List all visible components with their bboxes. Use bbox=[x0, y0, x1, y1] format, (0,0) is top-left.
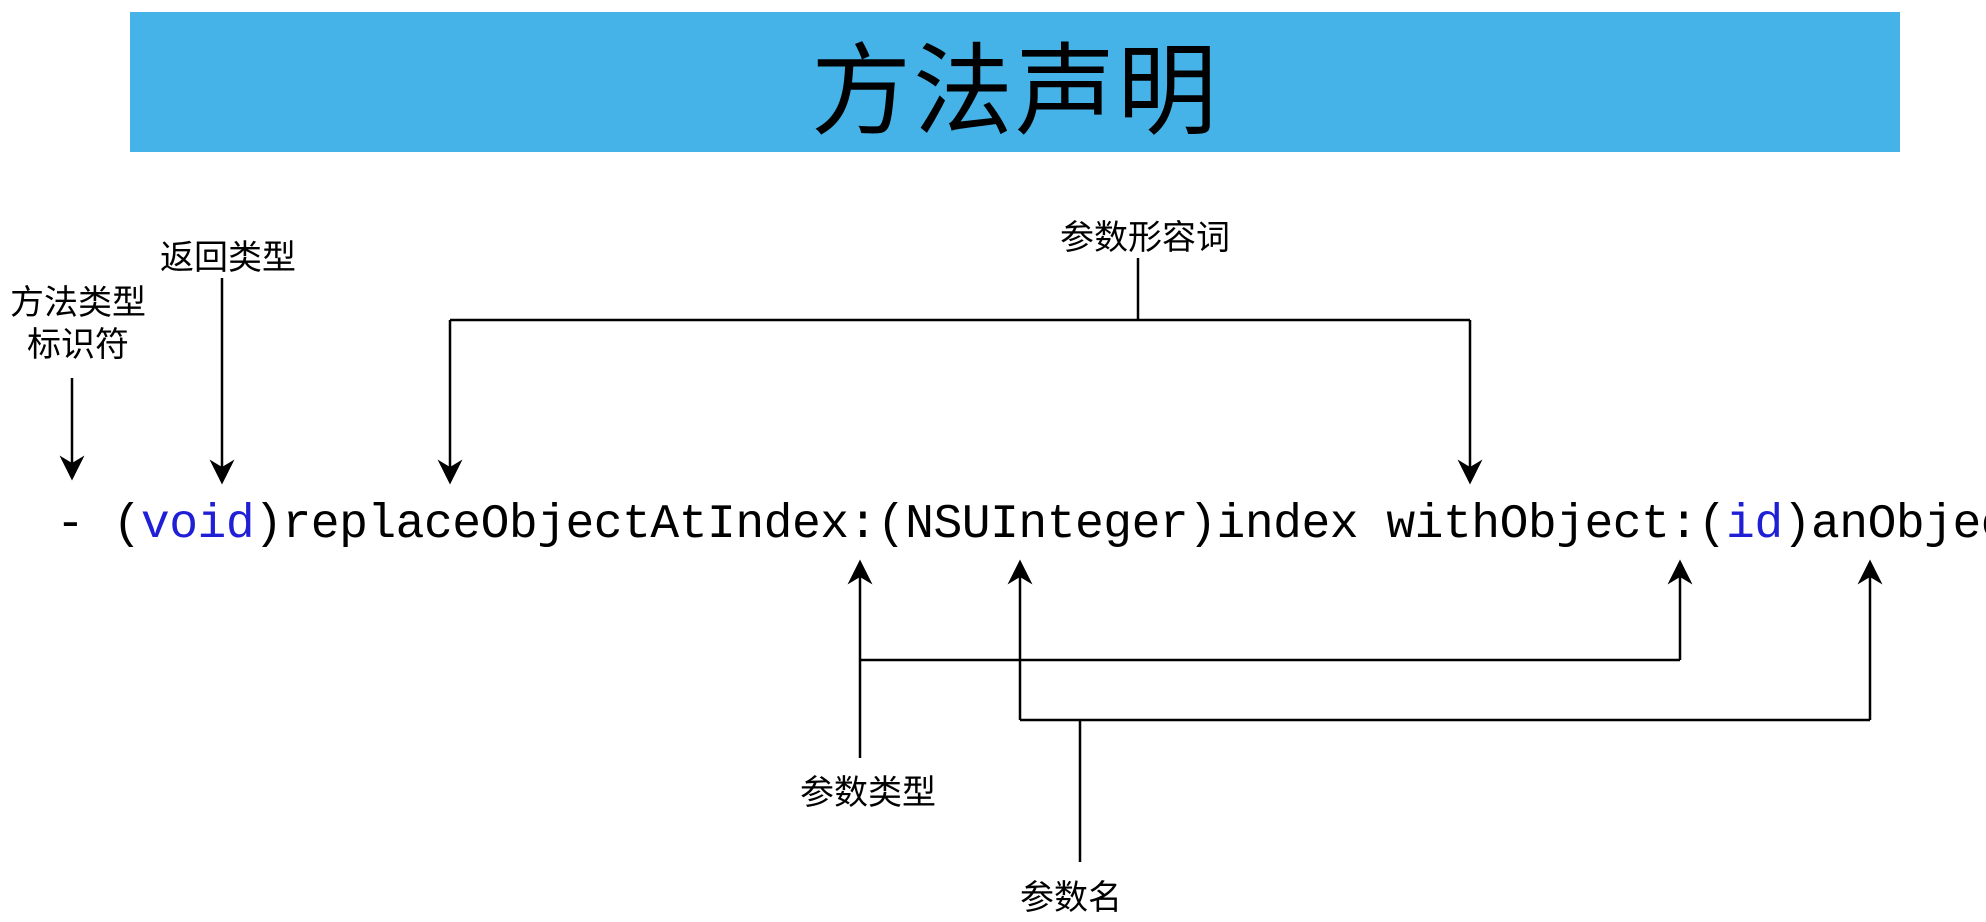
code-minus: - bbox=[56, 498, 113, 552]
label-param-adjective: 参数形容词 bbox=[1060, 210, 1230, 259]
code-type-nsuinteger: NSUInteger bbox=[905, 498, 1188, 552]
code-paren-open-1: ( bbox=[113, 498, 141, 552]
code-param-anobject: anObject bbox=[1811, 498, 1986, 552]
code-paren-close-1: ) bbox=[254, 498, 282, 552]
label-method-type-identifier: 方法类型标识符 bbox=[10, 282, 146, 366]
code-paren-open-2: ( bbox=[877, 498, 905, 552]
method-declaration-code: - (void)replaceObjectAtIndex:(NSUInteger… bbox=[56, 498, 1986, 552]
label-param-name: 参数名 bbox=[1020, 870, 1122, 919]
code-param-index: index bbox=[1217, 498, 1387, 552]
title-bar: 方法声明 bbox=[130, 12, 1900, 152]
code-keyword-id: id bbox=[1726, 498, 1783, 552]
code-method-name-2: withObject: bbox=[1386, 498, 1697, 552]
code-keyword-void: void bbox=[141, 498, 254, 552]
code-paren-close-3: ) bbox=[1783, 498, 1811, 552]
code-paren-close-2: ) bbox=[1188, 498, 1216, 552]
title-text: 方法声明 bbox=[811, 10, 1219, 155]
code-method-name-1: replaceObjectAtIndex: bbox=[282, 498, 876, 552]
code-paren-open-3: ( bbox=[1698, 498, 1726, 552]
label-param-type: 参数类型 bbox=[800, 765, 936, 814]
label-return-type: 返回类型 bbox=[160, 230, 296, 279]
